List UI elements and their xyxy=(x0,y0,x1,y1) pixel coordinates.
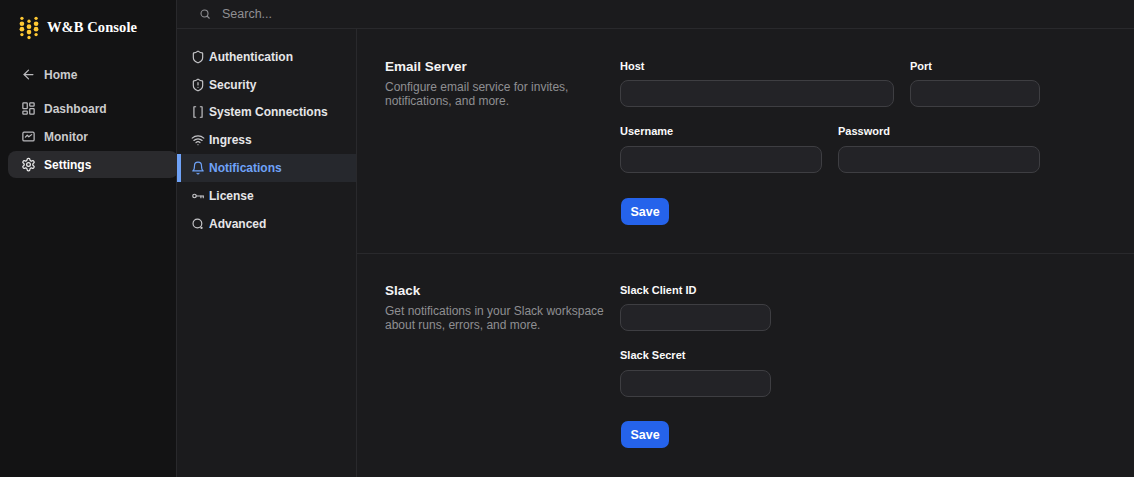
topbar xyxy=(177,0,1134,29)
password-input[interactable] xyxy=(838,146,1040,173)
section-title-slack: Slack xyxy=(385,283,420,298)
monitor-icon xyxy=(21,129,36,144)
section-divider xyxy=(357,253,1134,254)
shield-alert-icon xyxy=(191,78,205,92)
settings-nav-label: Notifications xyxy=(209,161,282,175)
brand: W&B Console xyxy=(19,15,137,40)
settings-nav-item-system-connections[interactable]: System Connections xyxy=(177,99,356,127)
sidebar: W&B Console Home Dashboard Monitor Setti… xyxy=(0,0,177,477)
settings-nav-label: Authentication xyxy=(209,50,293,64)
slack-client-id-label: Slack Client ID xyxy=(620,284,696,296)
email-save-button[interactable]: Save xyxy=(621,198,669,225)
settings-nav-item-security[interactable]: Security xyxy=(177,71,356,99)
username-label: Username xyxy=(620,125,673,137)
brand-title: W&B Console xyxy=(47,19,137,36)
circle-dot-icon xyxy=(191,217,205,231)
settings-nav-item-authentication[interactable]: Authentication xyxy=(177,43,356,71)
search-icon xyxy=(199,8,211,20)
section-description: Get notifications in your Slack workspac… xyxy=(385,304,620,332)
settings-nav-item-license[interactable]: License xyxy=(177,182,356,210)
sidebar-item-home[interactable]: Home xyxy=(8,61,178,88)
sidebar-item-dashboard[interactable]: Dashboard xyxy=(8,95,178,122)
settings-nav-label: License xyxy=(209,189,254,203)
username-input[interactable] xyxy=(620,146,822,173)
settings-nav-label: Advanced xyxy=(209,217,266,231)
slack-client-id-input[interactable] xyxy=(620,304,771,331)
sidebar-item-label: Dashboard xyxy=(44,102,107,116)
slack-save-button[interactable]: Save xyxy=(621,421,669,448)
brackets-icon xyxy=(191,105,205,119)
password-label: Password xyxy=(838,125,890,137)
settings-nav: Authentication Security System Connectio… xyxy=(177,43,356,238)
gear-icon xyxy=(21,157,36,172)
port-input[interactable] xyxy=(910,80,1040,107)
wandb-logo-icon xyxy=(19,15,39,40)
settings-nav-item-advanced[interactable]: Advanced xyxy=(177,210,356,238)
dashboard-grid-icon xyxy=(21,101,36,116)
settings-nav-item-notifications[interactable]: Notifications xyxy=(177,154,356,182)
host-label: Host xyxy=(620,60,644,72)
sidebar-item-label: Home xyxy=(44,68,77,82)
host-input[interactable] xyxy=(620,80,894,107)
sidebar-item-monitor[interactable]: Monitor xyxy=(8,123,178,150)
section-title-email-server: Email Server xyxy=(385,59,467,74)
settings-nav-label: Ingress xyxy=(209,133,252,147)
settings-nav-label: System Connections xyxy=(209,105,328,119)
port-label: Port xyxy=(910,60,932,72)
key-icon xyxy=(191,189,205,203)
slack-secret-label: Slack Secret xyxy=(620,349,685,361)
sidebar-item-settings[interactable]: Settings xyxy=(8,151,178,178)
sidebar-item-label: Settings xyxy=(44,158,91,172)
slack-secret-input[interactable] xyxy=(620,370,771,397)
arrow-left-icon xyxy=(21,67,36,82)
section-description: Configure email service for invites, not… xyxy=(385,80,590,108)
search-input[interactable] xyxy=(220,6,424,22)
shield-icon xyxy=(191,50,205,64)
settings-nav-item-ingress[interactable]: Ingress xyxy=(177,126,356,154)
sidebar-item-label: Monitor xyxy=(44,130,88,144)
settings-nav-label: Security xyxy=(209,78,256,92)
wifi-icon xyxy=(191,133,205,147)
bell-icon xyxy=(191,161,205,175)
